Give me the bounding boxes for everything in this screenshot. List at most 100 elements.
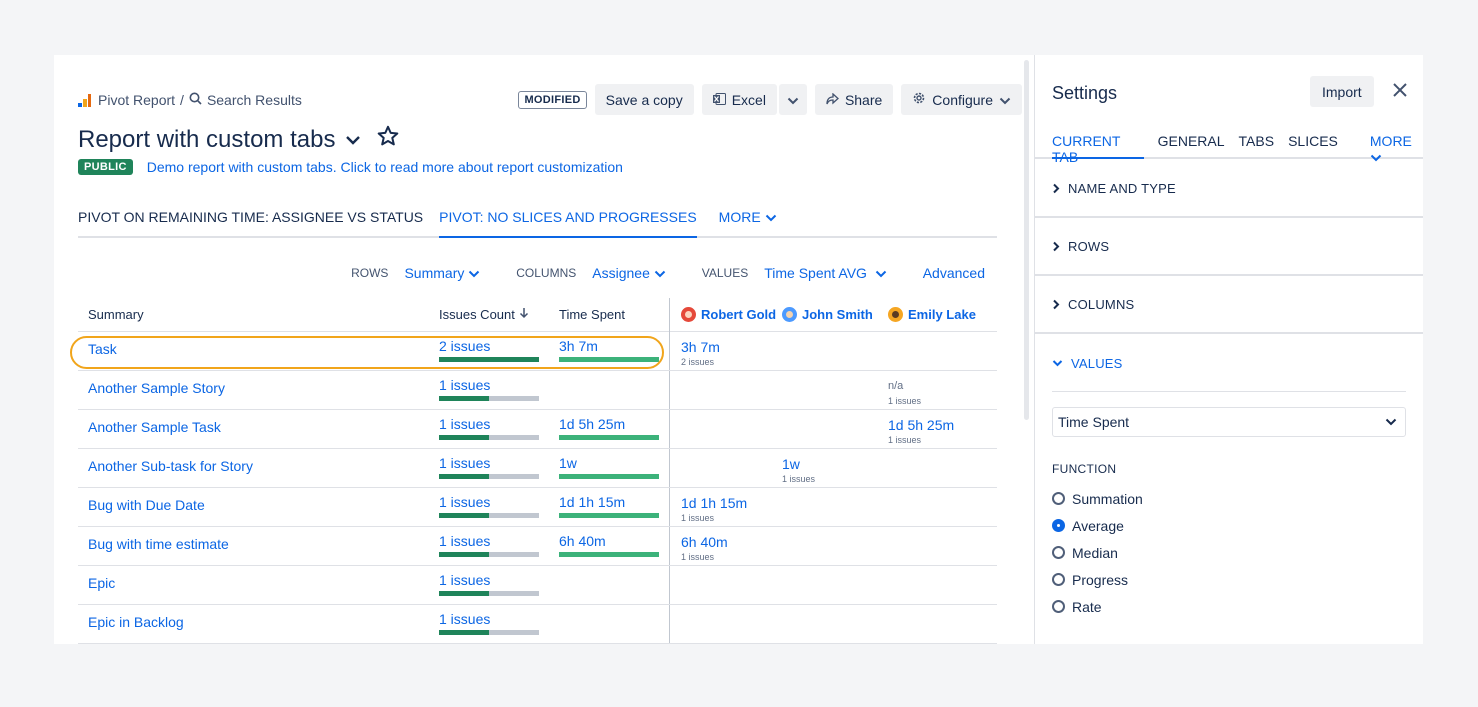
radio-button[interactable] xyxy=(1052,573,1065,586)
section-name-and-type[interactable]: NAME AND TYPE xyxy=(1035,160,1423,218)
tab-slices[interactable]: SLICES xyxy=(1288,133,1338,157)
star-icon[interactable] xyxy=(377,125,399,154)
report-tabs: PIVOT ON REMAINING TIME: ASSIGNEE VS STA… xyxy=(78,209,997,238)
tab-more[interactable]: MORE xyxy=(719,209,777,236)
avatar-john-icon xyxy=(782,307,797,322)
issues-count-bar xyxy=(439,396,539,401)
issues-count-value[interactable]: 1 issues xyxy=(439,377,559,393)
values-filter-dropdown[interactable]: Time Spent AVG xyxy=(764,265,887,281)
time-spent-value[interactable]: 1d 1h 15m xyxy=(559,494,669,510)
tab-settings-more[interactable]: MORE xyxy=(1370,133,1423,162)
issues-count-value[interactable]: 1 issues xyxy=(439,572,559,588)
app-frame: Pivot Report / Search Results MODIFIED S… xyxy=(54,55,1423,644)
chevron-down-icon xyxy=(1052,360,1063,367)
assignee-robert-name: Robert Gold xyxy=(701,307,777,322)
function-radio-progress[interactable]: Progress xyxy=(1052,566,1143,593)
emily-cell xyxy=(888,449,997,487)
header-issues-count[interactable]: Issues Count xyxy=(439,307,559,322)
settings-title: Settings xyxy=(1052,83,1118,103)
configure-button[interactable]: Configure xyxy=(901,84,1022,115)
issues-count-value[interactable]: 1 issues xyxy=(439,611,559,627)
time-spent-value[interactable]: 1w xyxy=(559,455,669,471)
row-highlight-outline xyxy=(70,336,664,369)
columns-filter-dropdown[interactable]: Assignee xyxy=(592,265,665,281)
breadcrumb-current[interactable]: Search Results xyxy=(207,92,302,108)
assignee-emily-value[interactable]: 1d 5h 25m xyxy=(888,417,997,433)
radio-button[interactable] xyxy=(1052,492,1065,505)
row-summary-link[interactable]: Another Sub-task for Story xyxy=(78,449,439,487)
header-assignee-emily[interactable]: Emily Lake xyxy=(888,307,997,322)
table-row: Another Sub-task for Story 1 issues 1w 1… xyxy=(78,449,997,488)
issues-count-value[interactable]: 1 issues xyxy=(439,494,559,510)
time-spent-cell: 1d 1h 15m xyxy=(559,488,670,526)
section-values[interactable]: VALUES xyxy=(1035,334,1423,392)
header-time-spent[interactable]: Time Spent xyxy=(559,297,670,332)
rows-filter-dropdown[interactable]: Summary xyxy=(404,265,480,281)
issues-count-value[interactable]: 1 issues xyxy=(439,416,559,432)
radio-button[interactable] xyxy=(1052,546,1065,559)
tab-tabs[interactable]: TABS xyxy=(1239,133,1275,157)
time-spent-value[interactable]: 1d 5h 25m xyxy=(559,416,669,432)
section-rows[interactable]: ROWS xyxy=(1035,218,1423,276)
time-spent-value[interactable]: 6h 40m xyxy=(559,533,669,549)
chevron-down-icon xyxy=(875,270,886,278)
excel-button[interactable]: Excel xyxy=(701,84,777,115)
function-radio-median[interactable]: Median xyxy=(1052,539,1143,566)
advanced-link[interactable]: Advanced xyxy=(923,265,985,281)
issues-count-value[interactable]: 1 issues xyxy=(439,455,559,471)
header-assignee-john[interactable]: John Smith xyxy=(782,307,888,322)
header-summary[interactable]: Summary xyxy=(78,307,439,322)
value-field-select[interactable]: Time Spent xyxy=(1052,407,1406,437)
robert-cell: 6h 40m 1 issues xyxy=(670,527,782,565)
row-summary-link[interactable]: Another Sample Task xyxy=(78,410,439,448)
robert-cell xyxy=(670,605,782,643)
close-icon[interactable] xyxy=(1392,80,1408,102)
chevron-down-icon xyxy=(654,270,665,278)
robert-cell xyxy=(670,410,782,448)
john-cell xyxy=(782,488,888,526)
row-summary-link[interactable]: Epic xyxy=(78,566,439,604)
title-dropdown-chevron-icon[interactable] xyxy=(345,132,361,148)
radio-button[interactable] xyxy=(1052,600,1065,613)
share-button[interactable]: Share xyxy=(814,84,894,115)
function-radio-rate[interactable]: Rate xyxy=(1052,593,1143,620)
robert-cell xyxy=(670,371,782,409)
issues-count-bar xyxy=(439,513,539,518)
report-description-row: PUBLIC Demo report with custom tabs. Cli… xyxy=(78,159,623,175)
assignee-john-value[interactable]: 1w xyxy=(782,456,888,472)
tab-current-tab[interactable]: CURRENT TAB xyxy=(1052,133,1144,165)
chevron-right-icon xyxy=(1053,299,1060,309)
robert-cell: 3h 7m 2 issues xyxy=(670,332,782,370)
assignee-robert-value[interactable]: 3h 7m xyxy=(681,339,782,355)
row-summary-link[interactable]: Epic in Backlog xyxy=(78,605,439,643)
assignee-robert-value[interactable]: 1d 1h 15m xyxy=(681,495,782,511)
excel-dropdown-button[interactable] xyxy=(778,84,807,115)
gear-icon xyxy=(912,91,926,108)
assignee-robert-value[interactable]: 6h 40m xyxy=(681,534,782,550)
radio-button[interactable] xyxy=(1052,519,1065,532)
row-summary-link[interactable]: Another Sample Story xyxy=(78,371,439,409)
breadcrumb-root[interactable]: Pivot Report xyxy=(98,92,175,108)
columns-filter-label: COLUMNS xyxy=(516,266,577,280)
section-columns[interactable]: COLUMNS xyxy=(1035,276,1423,334)
john-cell xyxy=(782,410,888,448)
scrollbar[interactable] xyxy=(1024,60,1029,420)
tab-pivot-no-slices[interactable]: PIVOT: NO SLICES AND PROGRESSES xyxy=(439,209,697,238)
row-summary-link[interactable]: Bug with Due Date xyxy=(78,488,439,526)
radio-label: Rate xyxy=(1072,598,1102,615)
tab-pivot-remaining-time[interactable]: PIVOT ON REMAINING TIME: ASSIGNEE VS STA… xyxy=(78,209,423,236)
time-spent-cell xyxy=(559,605,670,643)
row-summary-link[interactable]: Bug with time estimate xyxy=(78,527,439,565)
share-label: Share xyxy=(844,91,883,108)
issues-count-cell: 1 issues xyxy=(439,605,559,643)
tab-general[interactable]: GENERAL xyxy=(1158,133,1225,157)
function-radio-summation[interactable]: Summation xyxy=(1052,485,1143,512)
report-description-link[interactable]: Demo report with custom tabs. Click to r… xyxy=(147,159,623,175)
time-spent-cell: 1d 5h 25m xyxy=(559,410,670,448)
import-button[interactable]: Import xyxy=(1310,76,1374,107)
save-copy-button[interactable]: Save a copy xyxy=(594,84,694,115)
issues-count-value[interactable]: 1 issues xyxy=(439,533,559,549)
function-radio-average[interactable]: Average xyxy=(1052,512,1143,539)
header-assignee-robert[interactable]: Robert Gold xyxy=(670,307,782,322)
issues-count-cell: 1 issues xyxy=(439,488,559,526)
